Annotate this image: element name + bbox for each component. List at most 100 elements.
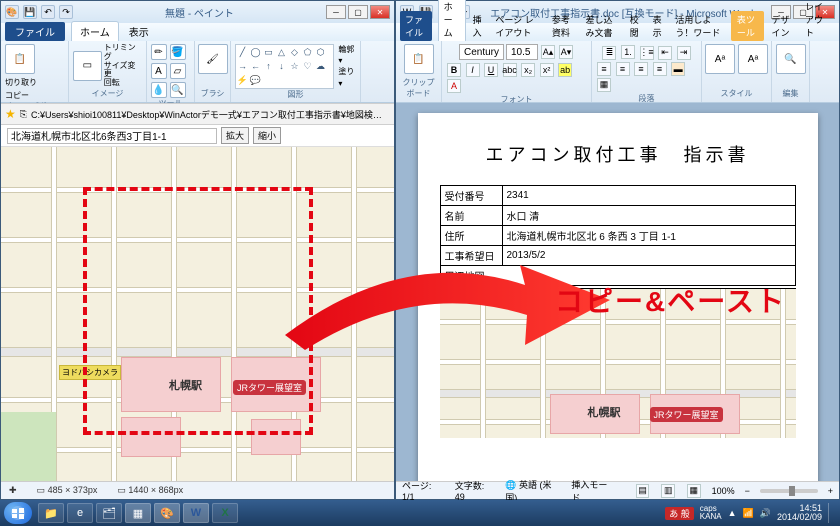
tab-home[interactable]: ホーム [71,21,119,41]
tray-network-icon[interactable]: 📶 [743,508,754,519]
zoom-slider[interactable] [760,489,818,493]
minimize-button[interactable]: ─ [326,5,346,19]
numbering-icon[interactable]: 1. [621,45,635,59]
copy-button[interactable]: コピー [5,90,37,101]
tab-design[interactable]: デザイン [766,11,798,41]
cell-key[interactable]: 住所 [440,226,502,246]
zoom-in-button[interactable]: + [828,486,833,496]
resize-button[interactable]: サイズ変更 [104,62,142,80]
tab-file[interactable]: ファイル [400,11,432,41]
ime-caps[interactable]: capsKANA [700,505,722,521]
italic-icon[interactable]: I [466,63,480,77]
highlight-icon[interactable]: ab [558,63,572,77]
indent-icon[interactable]: ⇥ [677,46,691,60]
selection-rectangle[interactable] [83,187,313,435]
grow-font-icon[interactable]: A▴ [541,45,555,59]
tab-file[interactable]: ファイル [5,22,65,41]
tab-review[interactable]: 校閲 [625,11,646,41]
font-name-combo[interactable]: Century [459,44,504,60]
trimming-button[interactable]: トリミング [104,44,142,62]
picker-icon[interactable]: 💧 [151,82,167,98]
undo-icon[interactable]: ↶ [41,5,55,19]
align-left-icon[interactable]: ≡ [597,62,611,76]
tab-view[interactable]: 表示 [648,11,669,41]
task-explorer[interactable]: 📁 [38,503,64,523]
shapes-gallery[interactable]: ╱◯▭△◇⬠⬡→ ←↑↓☆♡☁⚡💬 [235,44,335,89]
start-button[interactable] [4,502,32,524]
nav-icon[interactable]: ⎘ [20,109,27,120]
favorite-icon[interactable]: ★ [5,107,16,121]
find-icon[interactable]: 🔍 [776,44,806,74]
view-read-icon[interactable]: ▥ [661,484,675,498]
shrink-font-icon[interactable]: A▾ [559,45,573,59]
cut-button[interactable]: 切り取り [5,77,37,88]
save-icon[interactable]: 💾 [23,5,37,19]
zoom-in-button[interactable]: 拡大 [221,127,249,144]
status-words[interactable]: 文字数: 49 [455,479,496,502]
font-size-combo[interactable]: 10.5 [506,44,538,60]
status-page[interactable]: ページ: 1/1 [402,479,445,502]
font-color-icon[interactable]: A [447,79,461,93]
pencil-icon[interactable]: ✏ [151,44,167,60]
select-icon[interactable]: ▭ [73,51,102,81]
shape-outline-button[interactable]: 輪郭▾ [338,44,356,66]
search-input[interactable] [7,128,217,144]
tab-mailings[interactable]: 差し込み文書 [580,11,622,41]
cell-key[interactable]: 工事希望日 [440,246,502,266]
change-styles-icon[interactable]: Aᵃ [738,44,768,74]
show-desktop-button[interactable] [828,503,836,523]
rotate-button[interactable]: 回転 [104,79,142,88]
eraser-icon[interactable]: ▱ [170,63,186,79]
tab-layout[interactable]: レイアウト [800,0,837,41]
zoom-out-button[interactable]: − [745,486,750,496]
bold-icon[interactable]: B [447,63,461,77]
cell-val[interactable]: 2013/5/2 [502,246,795,266]
task-folder[interactable]: 🗂 [96,503,122,523]
align-right-icon[interactable]: ≡ [634,62,648,76]
maximize-button[interactable]: ▢ [348,5,368,19]
cell-val[interactable]: 2341 [502,186,795,206]
tab-home[interactable]: ホーム [438,0,466,41]
tab-page-layout[interactable]: ページ レイアウト [490,11,545,41]
task-app[interactable]: ▦ [125,503,151,523]
ime-indicator[interactable]: あ 般 [665,507,694,520]
sub-icon[interactable]: x₂ [521,63,535,77]
cell-val[interactable]: 北海道札幌市北区北 6 条西 3 丁目 1-1 [502,226,795,246]
task-word[interactable]: W [183,503,209,523]
tab-view[interactable]: 表示 [121,22,157,41]
align-center-icon[interactable]: ≡ [616,62,630,76]
borders-icon[interactable]: ▦ [597,78,611,92]
table-tools-tab[interactable]: 表ツール [731,11,765,41]
underline-icon[interactable]: U [484,63,498,77]
sup-icon[interactable]: x² [540,63,554,77]
tray-flag-icon[interactable]: ▲ [728,508,737,518]
zoom-icon[interactable]: 🔍 [170,82,186,98]
view-web-icon[interactable]: ▦ [687,484,701,498]
close-button[interactable]: ✕ [370,5,390,19]
tray-volume-icon[interactable]: 🔊 [760,508,771,519]
task-paint[interactable]: 🎨 [154,503,180,523]
task-excel[interactable]: X [212,503,238,523]
multilevel-icon[interactable]: ⋮≡ [640,46,654,60]
paste-icon[interactable]: 📋 [404,44,434,74]
tab-references[interactable]: 参考資料 [547,11,579,41]
word-document-area[interactable]: エアコン取付工事 指示書 受付番号2341 名前水口 清 住所北海道札幌市北区北… [396,103,839,481]
justify-icon[interactable]: ≡ [653,62,667,76]
tab-addins[interactable]: 活用しよう！ワード [670,11,729,41]
address-text[interactable]: C:¥Users¥shioi100811¥Desktop¥WinActorデモ一… [31,108,390,121]
redo-icon[interactable]: ↷ [59,5,73,19]
cell-key[interactable]: 周辺地図 [440,266,795,286]
tab-insert[interactable]: 挿入 [468,11,489,41]
clock[interactable]: 14:512014/02/09 [777,504,822,522]
bullets-icon[interactable]: ≣ [602,46,616,60]
brush-icon[interactable]: 🖌 [198,44,228,74]
view-print-icon[interactable]: ▤ [636,484,650,498]
shape-fill-button[interactable]: 塗り▾ [338,66,356,88]
quick-styles-icon[interactable]: Aᵃ [705,44,735,74]
zoom-out-button[interactable]: 縮小 [253,127,281,144]
strike-icon[interactable]: abc [503,63,517,77]
shading-icon[interactable]: ▬ [671,62,685,76]
text-icon[interactable]: A [151,63,167,79]
cell-val[interactable]: 水口 清 [502,206,795,226]
cell-key[interactable]: 受付番号 [440,186,502,206]
